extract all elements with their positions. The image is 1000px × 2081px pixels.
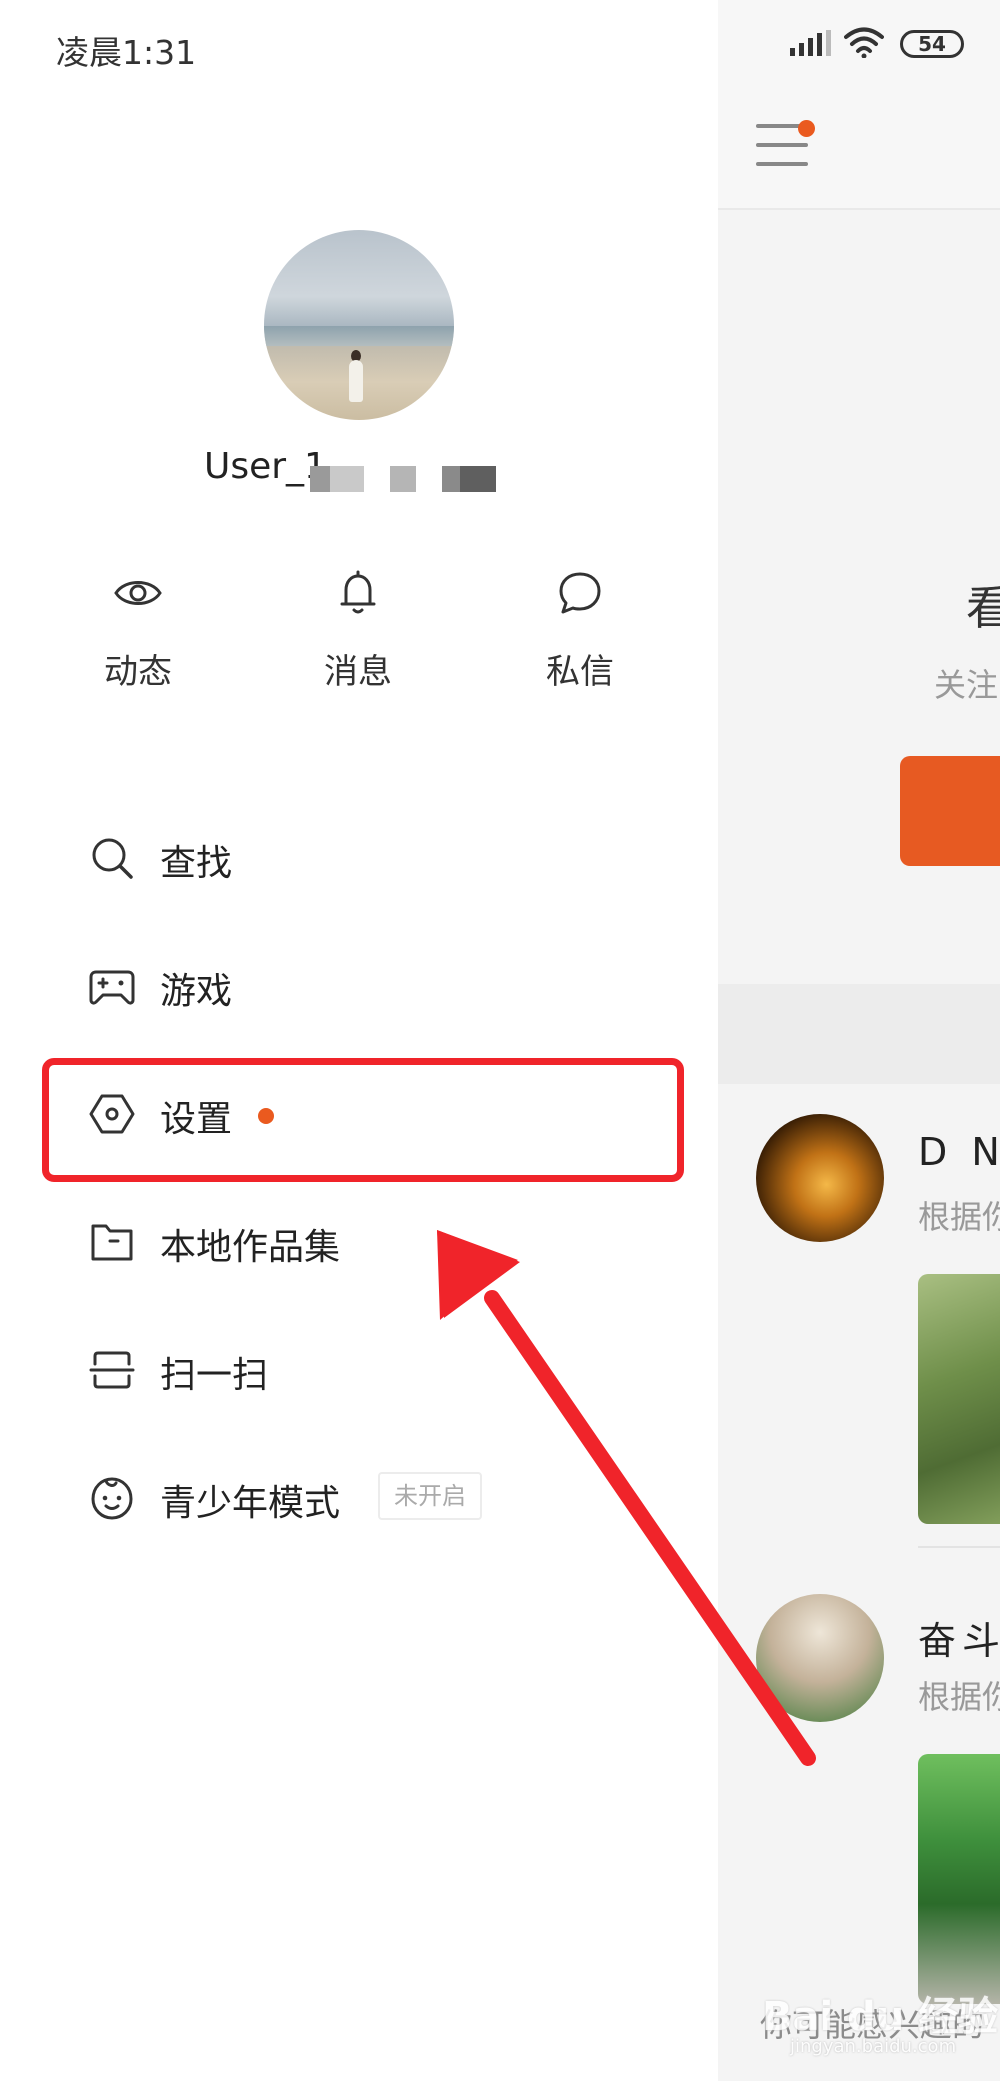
username-row[interactable]: User_1 (204, 446, 496, 492)
quick-action-label: 动态 (104, 652, 172, 692)
search-icon (92, 838, 133, 879)
menu-item-label: 扫一扫 (160, 1355, 269, 1396)
menu-item-scan[interactable]: 扫一扫 (82, 1324, 642, 1420)
background-subtext: 关注 (934, 666, 999, 704)
menu-item-local-works[interactable]: 本地作品集 (82, 1196, 642, 1292)
eye-icon (114, 581, 162, 605)
quick-action-feed[interactable]: 动态 (68, 568, 208, 692)
account-avatar[interactable] (756, 1114, 884, 1242)
wifi-icon (844, 27, 884, 58)
account-name[interactable]: 奋斗 (918, 1610, 1000, 1665)
watermark-url: jingyan.baidu.com (790, 2036, 957, 2057)
battery-indicator: 54 (900, 30, 964, 58)
quick-action-direct-message[interactable]: 私信 (510, 568, 650, 692)
hexagon-settings-icon (89, 1094, 135, 1134)
watermark: Bai du 经验 jingyan.baidu.com (762, 1982, 998, 2062)
username: User_1 (204, 446, 327, 487)
account-reason: 根据你 (918, 1198, 1000, 1236)
gamepad-icon (89, 970, 135, 1005)
side-drawer: 凌晨1:31 User_1 动态 消息 私信 查找 游戏 设置 本地作品集 扫一… (0, 0, 718, 2081)
redaction-mosaic (330, 466, 364, 492)
signal-icon (790, 30, 831, 56)
quick-action-label: 消息 (324, 652, 392, 692)
menu-item-settings[interactable]: 设置 (82, 1068, 642, 1164)
folder-icon (91, 1224, 133, 1261)
video-thumbnail[interactable] (918, 1754, 1000, 2004)
interest-header-bar: 你可能感兴趣的 (718, 984, 1000, 2044)
video-thumbnail[interactable] (918, 1274, 1000, 1524)
background-heading: 看 (966, 581, 1000, 635)
status-icons: 54 (790, 24, 990, 64)
menu-item-label: 设置 (160, 1099, 233, 1140)
menu-item-games[interactable]: 游戏 (82, 940, 642, 1036)
menu-item-label: 青少年模式 (160, 1483, 341, 1524)
account-reason: 根据你 (918, 1678, 1000, 1716)
background-action-button[interactable] (900, 756, 1000, 866)
new-indicator-dot (258, 1108, 274, 1124)
redaction-mosaic (390, 466, 416, 492)
divider (918, 1546, 1000, 1548)
account-avatar[interactable] (756, 1594, 884, 1722)
menu-item-label: 本地作品集 (160, 1227, 341, 1268)
child-face-icon (91, 1477, 133, 1520)
status-badge: 未开启 (378, 1472, 482, 1520)
menu-item-label: 游戏 (160, 971, 233, 1012)
profile-avatar[interactable] (264, 230, 454, 420)
scan-icon (89, 1351, 135, 1389)
background-home-page: 看 关注 你可能感兴趣的 D N I 根据你 奋斗 根据你 (718, 0, 1000, 2081)
quick-action-messages[interactable]: 消息 (288, 568, 428, 692)
menu-item-teen-mode[interactable]: 青少年模式 未开启 (82, 1452, 642, 1548)
status-time: 凌晨1:31 (56, 33, 197, 72)
bell-icon (340, 570, 376, 614)
watermark-logo: Bai du 经验 (762, 1994, 999, 2040)
menu-item-label: 查找 (160, 843, 233, 884)
account-name[interactable]: D N I (918, 1130, 1000, 1174)
quick-action-label: 私信 (546, 652, 614, 692)
chat-bubble-icon (559, 572, 601, 614)
notification-dot (798, 120, 815, 137)
menu-item-find[interactable]: 查找 (82, 812, 642, 908)
redaction-mosaic (442, 466, 460, 492)
